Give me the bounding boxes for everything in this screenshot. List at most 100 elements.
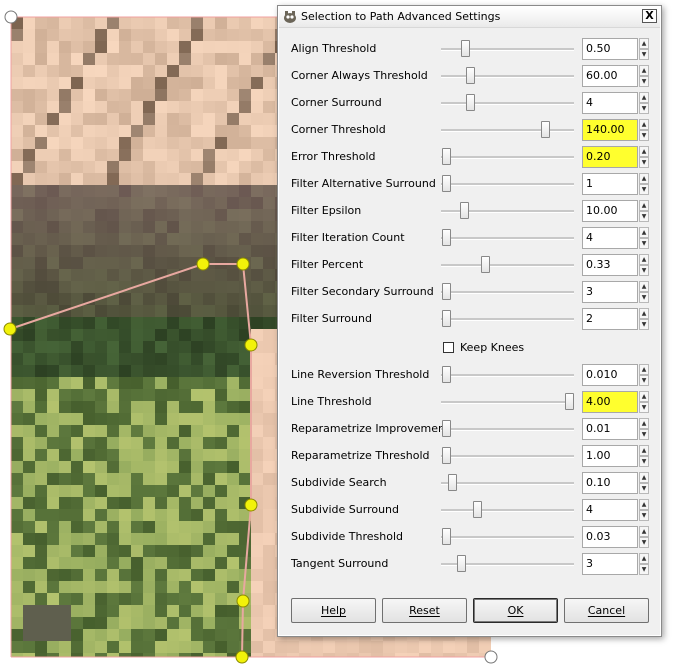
slider-track[interactable] (441, 156, 574, 159)
setting-slider[interactable] (441, 227, 574, 249)
setting-spinbox[interactable]: 1 ▲ ▼ (582, 173, 650, 195)
spin-down-icon[interactable]: ▼ (639, 103, 649, 114)
setting-spinbox[interactable]: 4 ▲ ▼ (582, 227, 650, 249)
spin-down-icon[interactable]: ▼ (639, 211, 649, 222)
slider-track[interactable] (441, 374, 574, 377)
slider-thumb[interactable] (460, 40, 470, 57)
setting-spinbox[interactable]: 0.01 ▲ ▼ (582, 418, 650, 440)
slider-track[interactable] (441, 237, 574, 240)
setting-spinbox[interactable]: 3 ▲ ▼ (582, 553, 650, 575)
slider-track[interactable] (441, 75, 574, 78)
slider-thumb[interactable] (447, 474, 457, 491)
setting-spinbox[interactable]: 2 ▲ ▼ (582, 308, 650, 330)
path-anchor[interactable] (236, 257, 250, 271)
slider-thumb[interactable] (442, 310, 452, 327)
setting-spinbox[interactable]: 140.00 ▲ ▼ (582, 119, 650, 141)
selection-path[interactable] (9, 263, 252, 658)
setting-spinbox[interactable]: 0.010 ▲ ▼ (582, 364, 650, 386)
setting-spinbox[interactable]: 4.00 ▲ ▼ (582, 391, 650, 413)
setting-slider[interactable] (441, 308, 574, 330)
setting-slider[interactable] (441, 173, 574, 195)
setting-value-input[interactable]: 0.33 (582, 254, 638, 276)
setting-slider[interactable] (441, 445, 574, 467)
frame-corner-handle[interactable] (484, 650, 498, 664)
path-anchor[interactable] (3, 322, 17, 336)
path-anchor[interactable] (236, 594, 250, 608)
spin-up-icon[interactable]: ▲ (639, 472, 649, 483)
spin-down-icon[interactable]: ▼ (639, 483, 649, 494)
help-button[interactable]: Help (291, 598, 376, 623)
slider-thumb[interactable] (459, 202, 469, 219)
slider-thumb[interactable] (456, 555, 466, 572)
spin-up-icon[interactable]: ▲ (639, 38, 649, 49)
spin-down-icon[interactable]: ▼ (639, 375, 649, 386)
spin-down-icon[interactable]: ▼ (639, 564, 649, 575)
dialog-titlebar[interactable]: Selection to Path Advanced Settings X (279, 7, 660, 28)
setting-slider[interactable] (441, 119, 574, 141)
slider-track[interactable] (441, 291, 574, 294)
slider-track[interactable] (441, 264, 574, 267)
slider-track[interactable] (441, 102, 574, 105)
setting-slider[interactable] (441, 526, 574, 548)
spin-up-icon[interactable]: ▲ (639, 146, 649, 157)
path-anchor[interactable] (244, 338, 258, 352)
spin-down-icon[interactable]: ▼ (639, 130, 649, 141)
setting-value-input[interactable]: 3 (582, 281, 638, 303)
close-button[interactable]: X (642, 9, 657, 23)
setting-spinbox[interactable]: 4 ▲ ▼ (582, 92, 650, 114)
setting-spinbox[interactable]: 60.00 ▲ ▼ (582, 65, 650, 87)
slider-track[interactable] (441, 536, 574, 539)
slider-thumb[interactable] (540, 121, 550, 138)
spin-down-icon[interactable]: ▼ (639, 76, 649, 87)
setting-slider[interactable] (441, 38, 574, 60)
spin-up-icon[interactable]: ▲ (639, 526, 649, 537)
setting-spinbox[interactable]: 0.03 ▲ ▼ (582, 526, 650, 548)
slider-thumb[interactable] (442, 420, 452, 437)
slider-track[interactable] (441, 183, 574, 186)
spin-down-icon[interactable]: ▼ (639, 184, 649, 195)
spin-up-icon[interactable]: ▲ (639, 173, 649, 184)
setting-slider[interactable] (441, 65, 574, 87)
setting-slider[interactable] (441, 553, 574, 575)
setting-value-input[interactable]: 60.00 (582, 65, 638, 87)
setting-slider[interactable] (441, 472, 574, 494)
spin-up-icon[interactable]: ▲ (639, 364, 649, 375)
keep-knees-checkbox-row[interactable]: Keep Knees (441, 340, 591, 356)
setting-slider[interactable] (441, 92, 574, 114)
spin-up-icon[interactable]: ▲ (639, 445, 649, 456)
setting-slider[interactable] (441, 418, 574, 440)
setting-value-input[interactable]: 1.00 (582, 445, 638, 467)
setting-spinbox[interactable]: 3 ▲ ▼ (582, 281, 650, 303)
setting-spinbox[interactable]: 1.00 ▲ ▼ (582, 445, 650, 467)
setting-value-input[interactable]: 140.00 (582, 119, 638, 141)
setting-spinbox[interactable]: 0.20 ▲ ▼ (582, 146, 650, 168)
slider-thumb[interactable] (442, 283, 452, 300)
slider-thumb[interactable] (466, 94, 476, 111)
slider-track[interactable] (441, 318, 574, 321)
setting-value-input[interactable]: 4.00 (582, 391, 638, 413)
slider-thumb[interactable] (472, 501, 482, 518)
setting-value-input[interactable]: 2 (582, 308, 638, 330)
slider-thumb[interactable] (442, 366, 452, 383)
spin-down-icon[interactable]: ▼ (639, 537, 649, 548)
spin-up-icon[interactable]: ▲ (639, 200, 649, 211)
setting-value-input[interactable]: 1 (582, 173, 638, 195)
spin-down-icon[interactable]: ▼ (639, 238, 649, 249)
slider-thumb[interactable] (442, 148, 452, 165)
setting-slider[interactable] (441, 391, 574, 413)
slider-thumb[interactable] (442, 229, 452, 246)
setting-slider[interactable] (441, 499, 574, 521)
cancel-button[interactable]: Cancel (564, 598, 649, 623)
setting-value-input[interactable]: 4 (582, 92, 638, 114)
spin-up-icon[interactable]: ▲ (639, 391, 649, 402)
spin-up-icon[interactable]: ▲ (639, 281, 649, 292)
spin-up-icon[interactable]: ▲ (639, 65, 649, 76)
spin-down-icon[interactable]: ▼ (639, 402, 649, 413)
spin-up-icon[interactable]: ▲ (639, 418, 649, 429)
slider-track[interactable] (441, 129, 574, 132)
spin-up-icon[interactable]: ▲ (639, 92, 649, 103)
setting-value-input[interactable]: 4 (582, 499, 638, 521)
spin-down-icon[interactable]: ▼ (639, 456, 649, 467)
setting-value-input[interactable]: 0.10 (582, 472, 638, 494)
slider-thumb[interactable] (442, 447, 452, 464)
